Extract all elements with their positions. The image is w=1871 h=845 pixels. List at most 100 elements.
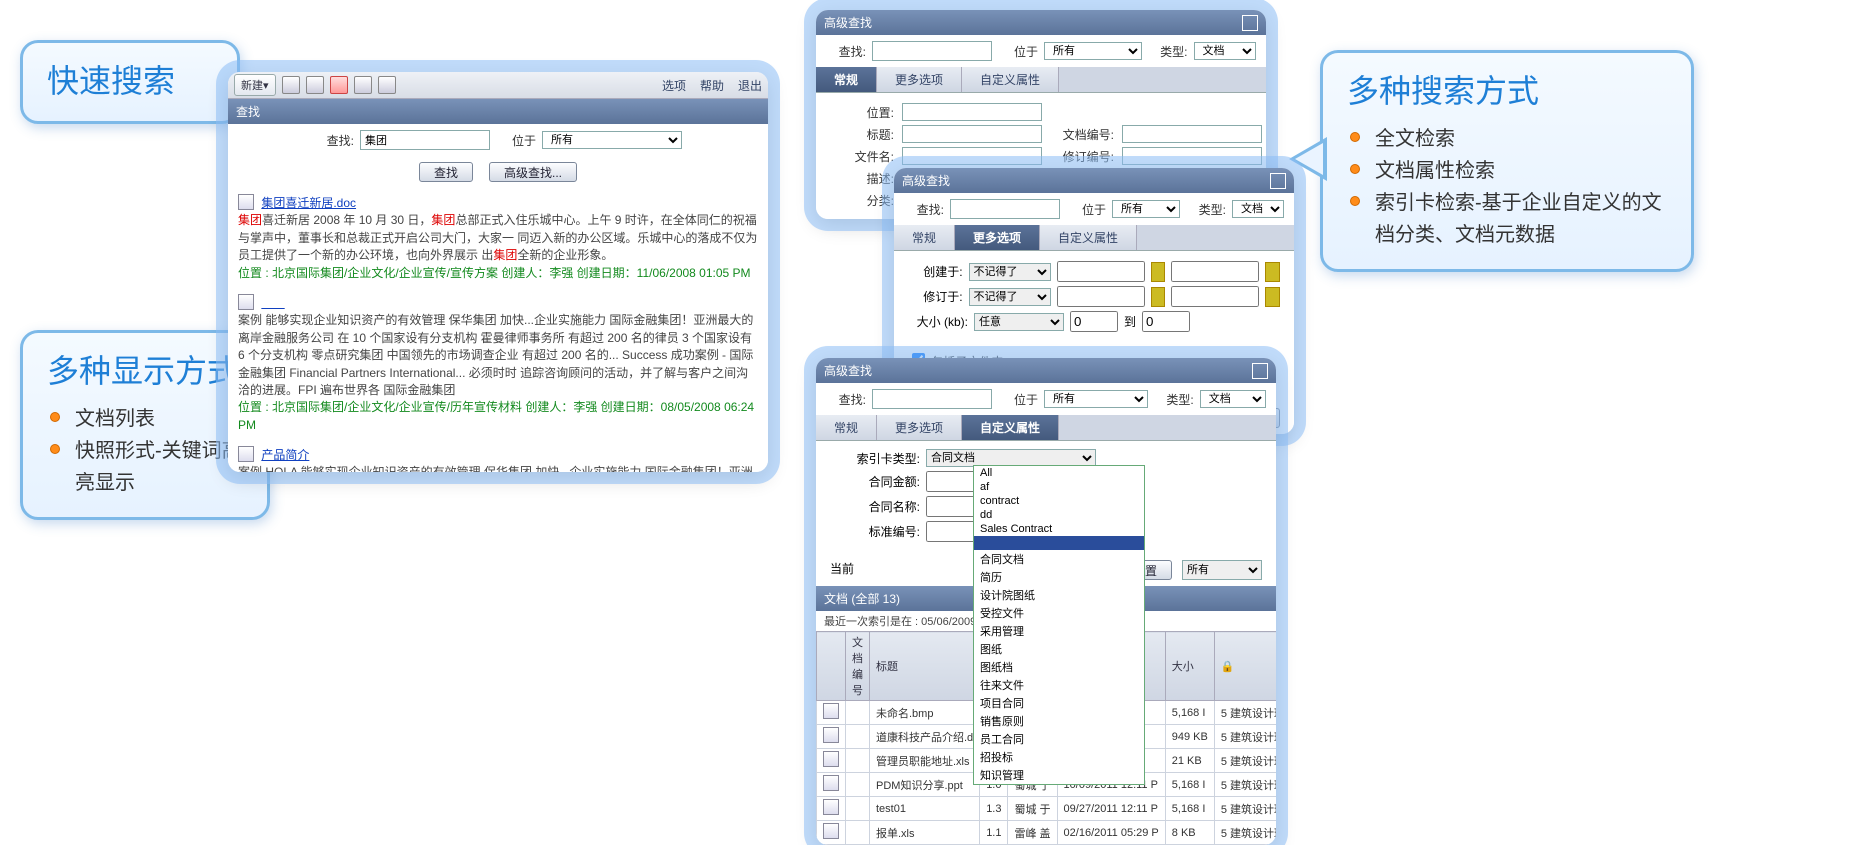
doc-icon — [238, 446, 254, 462]
cell-title: 道康科技产品介绍.d — [870, 725, 980, 749]
advanced-find-button[interactable]: 高级查找... — [489, 162, 577, 182]
tab-custom[interactable]: 自定义属性 — [962, 67, 1059, 92]
col-docno[interactable]: 文档编号 — [846, 632, 870, 701]
col-lock[interactable]: 🔒 — [1214, 632, 1276, 701]
position-input[interactable] — [902, 103, 1042, 121]
dropdown-option[interactable]: 图纸 — [974, 640, 1144, 658]
tab-general[interactable]: 常规 — [816, 415, 877, 440]
dropdown-option[interactable]: 图纸档 — [974, 658, 1144, 676]
cardtype-dropdown-list[interactable]: All af contract dd Sales Contract 合同文档 简… — [973, 465, 1145, 785]
dropdown-option[interactable]: 销售原则 — [974, 712, 1144, 730]
file-label: 文件名: — [830, 148, 894, 165]
created-to-input[interactable] — [1171, 261, 1259, 282]
docno-input[interactable] — [1122, 125, 1262, 143]
dropdown-option[interactable]: 知识管理 — [974, 766, 1144, 784]
dialog-titlebar: 高级查找 — [894, 168, 1294, 193]
loc-select[interactable]: 所有 — [542, 131, 682, 149]
dropdown-option[interactable]: dd — [974, 508, 1144, 522]
calendar-icon[interactable] — [1265, 262, 1280, 282]
help-link[interactable]: 帮助 — [700, 77, 724, 94]
size-select[interactable]: 任意 — [974, 313, 1064, 331]
tab-general[interactable]: 常规 — [894, 225, 955, 250]
modified-select[interactable]: 不记得了 — [969, 288, 1051, 306]
folder-icon[interactable] — [354, 76, 372, 94]
page-icon[interactable] — [378, 76, 396, 94]
col-title[interactable]: 标题 — [870, 632, 980, 701]
type-select[interactable]: 文档 — [1194, 42, 1257, 60]
tab-general[interactable]: 常规 — [816, 67, 877, 92]
adv-tabs: 常规 更多选项 自定义属性 — [816, 67, 1266, 93]
list-item: 文档属性检索 — [1347, 155, 1667, 187]
dropdown-option[interactable]: contract — [974, 494, 1144, 508]
col-icon[interactable] — [817, 632, 846, 701]
type-label: 类型: — [1186, 201, 1226, 218]
tab-custom[interactable]: 自定义属性 — [1040, 225, 1137, 250]
stdno-label: 标准编号: — [830, 523, 920, 540]
table-row[interactable]: 报单.xls1.1雷峰 盖02/16/2011 05:29 P8 KB5 建筑设… — [817, 821, 1277, 845]
created-from-input[interactable] — [1057, 261, 1145, 282]
dropdown-option[interactable]: 受控文件 — [974, 604, 1144, 622]
close-icon[interactable] — [1270, 173, 1286, 189]
dropdown-option[interactable]: 采用管理 — [974, 622, 1144, 640]
size-to-input[interactable] — [1142, 311, 1190, 332]
calendar-icon[interactable] — [1265, 287, 1280, 307]
find-input[interactable] — [872, 41, 992, 61]
dropdown-option[interactable]: af — [974, 480, 1144, 494]
tab-more[interactable]: 更多选项 — [955, 225, 1040, 250]
dropdown-option[interactable]: 简历 — [974, 568, 1144, 586]
result-title-link[interactable]: 集团喜迁新居.doc — [261, 196, 356, 210]
type-select[interactable]: 文档 — [1232, 200, 1284, 218]
loc-select[interactable]: 所有 — [1112, 200, 1180, 218]
dropdown-option[interactable]: All — [974, 466, 1144, 480]
close-icon[interactable] — [1242, 15, 1258, 31]
new-button[interactable]: 新建 ▾ — [234, 74, 276, 96]
find-input[interactable] — [950, 199, 1060, 219]
loc-select[interactable]: 所有 — [1044, 390, 1148, 408]
delete-icon[interactable] — [330, 76, 348, 94]
revno-input[interactable] — [1122, 147, 1262, 165]
created-select[interactable]: 不记得了 — [969, 263, 1051, 281]
cardtype-label: 索引卡类型: — [830, 450, 920, 467]
dropdown-option[interactable]: 招投标 — [974, 748, 1144, 766]
table-row[interactable]: test011.3蜀城 于09/27/2011 12:11 P5,168 I5 … — [817, 797, 1277, 821]
tab-custom[interactable]: 自定义属性 — [962, 415, 1059, 440]
filter-select[interactable]: 所有 — [1182, 560, 1262, 580]
dropdown-option[interactable]: 项目合同 — [974, 694, 1144, 712]
calendar-icon[interactable] — [1151, 262, 1166, 282]
tab-more[interactable]: 更多选项 — [877, 415, 962, 440]
custom-form: 索引卡类型: 合同文档 合同金额: 合同名称: 标准编号: All af con… — [816, 441, 1276, 554]
dropdown-option-selected[interactable] — [974, 536, 1144, 550]
screenshot-quick-search: 新建 ▾ 选项 帮助 退出 查找 查找: 位于 所有 查找 高级查找... 集团… — [228, 72, 768, 472]
options-link[interactable]: 选项 — [662, 77, 686, 94]
contractname-label: 合同名称: — [830, 498, 920, 515]
find-input[interactable] — [360, 130, 490, 150]
cell-title: 报单.xls — [870, 821, 980, 845]
close-icon[interactable] — [1252, 363, 1268, 379]
file-input[interactable] — [902, 147, 1042, 165]
exit-link[interactable]: 退出 — [738, 77, 762, 94]
dropdown-option[interactable]: 往来文件 — [974, 676, 1144, 694]
loc-select[interactable]: 所有 — [1044, 42, 1142, 60]
find-label: 查找: — [826, 43, 866, 60]
cell-size: 5,168 I — [1165, 773, 1214, 797]
col-size[interactable]: 大小 — [1165, 632, 1214, 701]
dropdown-option[interactable]: 合同文档 — [974, 550, 1144, 568]
modified-from-input[interactable] — [1057, 286, 1145, 307]
find-button[interactable]: 查找 — [419, 162, 473, 182]
result-item: 集团喜迁新居.doc 集团喜迁新居 2008 年 10 月 30 日，集团总部正… — [238, 194, 758, 282]
result-title-link[interactable]: 产品简介 — [261, 448, 309, 462]
search-icon[interactable] — [306, 76, 324, 94]
modified-to-input[interactable] — [1171, 286, 1259, 307]
dropdown-option[interactable]: Sales Contract — [974, 522, 1144, 536]
title-input[interactable] — [902, 125, 1042, 143]
refresh-icon[interactable] — [282, 76, 300, 94]
cell-title: test01 — [870, 797, 980, 821]
size-from-input[interactable] — [1070, 311, 1118, 332]
dropdown-option[interactable]: 设计院图纸 — [974, 586, 1144, 604]
find-input[interactable] — [872, 389, 992, 409]
dropdown-option[interactable]: 员工合同 — [974, 730, 1144, 748]
calendar-icon[interactable] — [1151, 287, 1166, 307]
tab-more[interactable]: 更多选项 — [877, 67, 962, 92]
type-select[interactable]: 文档 — [1200, 390, 1266, 408]
result-title-link[interactable] — [261, 296, 284, 310]
